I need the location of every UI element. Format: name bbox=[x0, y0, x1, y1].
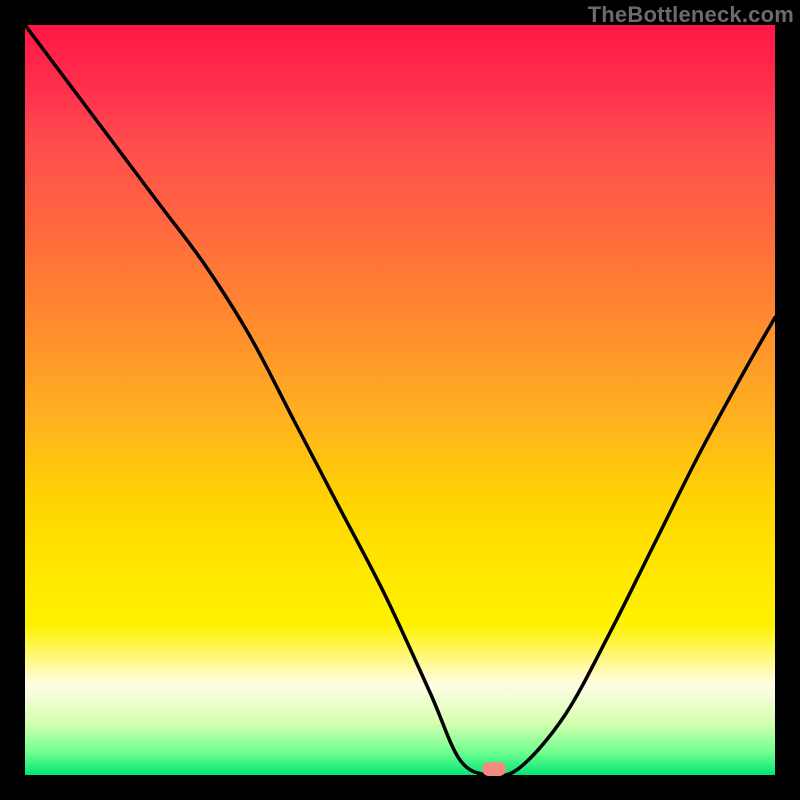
optimal-point-marker bbox=[482, 762, 506, 776]
watermark-text: TheBottleneck.com bbox=[588, 2, 794, 28]
gradient-plot-area bbox=[25, 25, 775, 775]
bottleneck-curve bbox=[25, 25, 775, 775]
chart-frame: TheBottleneck.com bbox=[0, 0, 800, 800]
